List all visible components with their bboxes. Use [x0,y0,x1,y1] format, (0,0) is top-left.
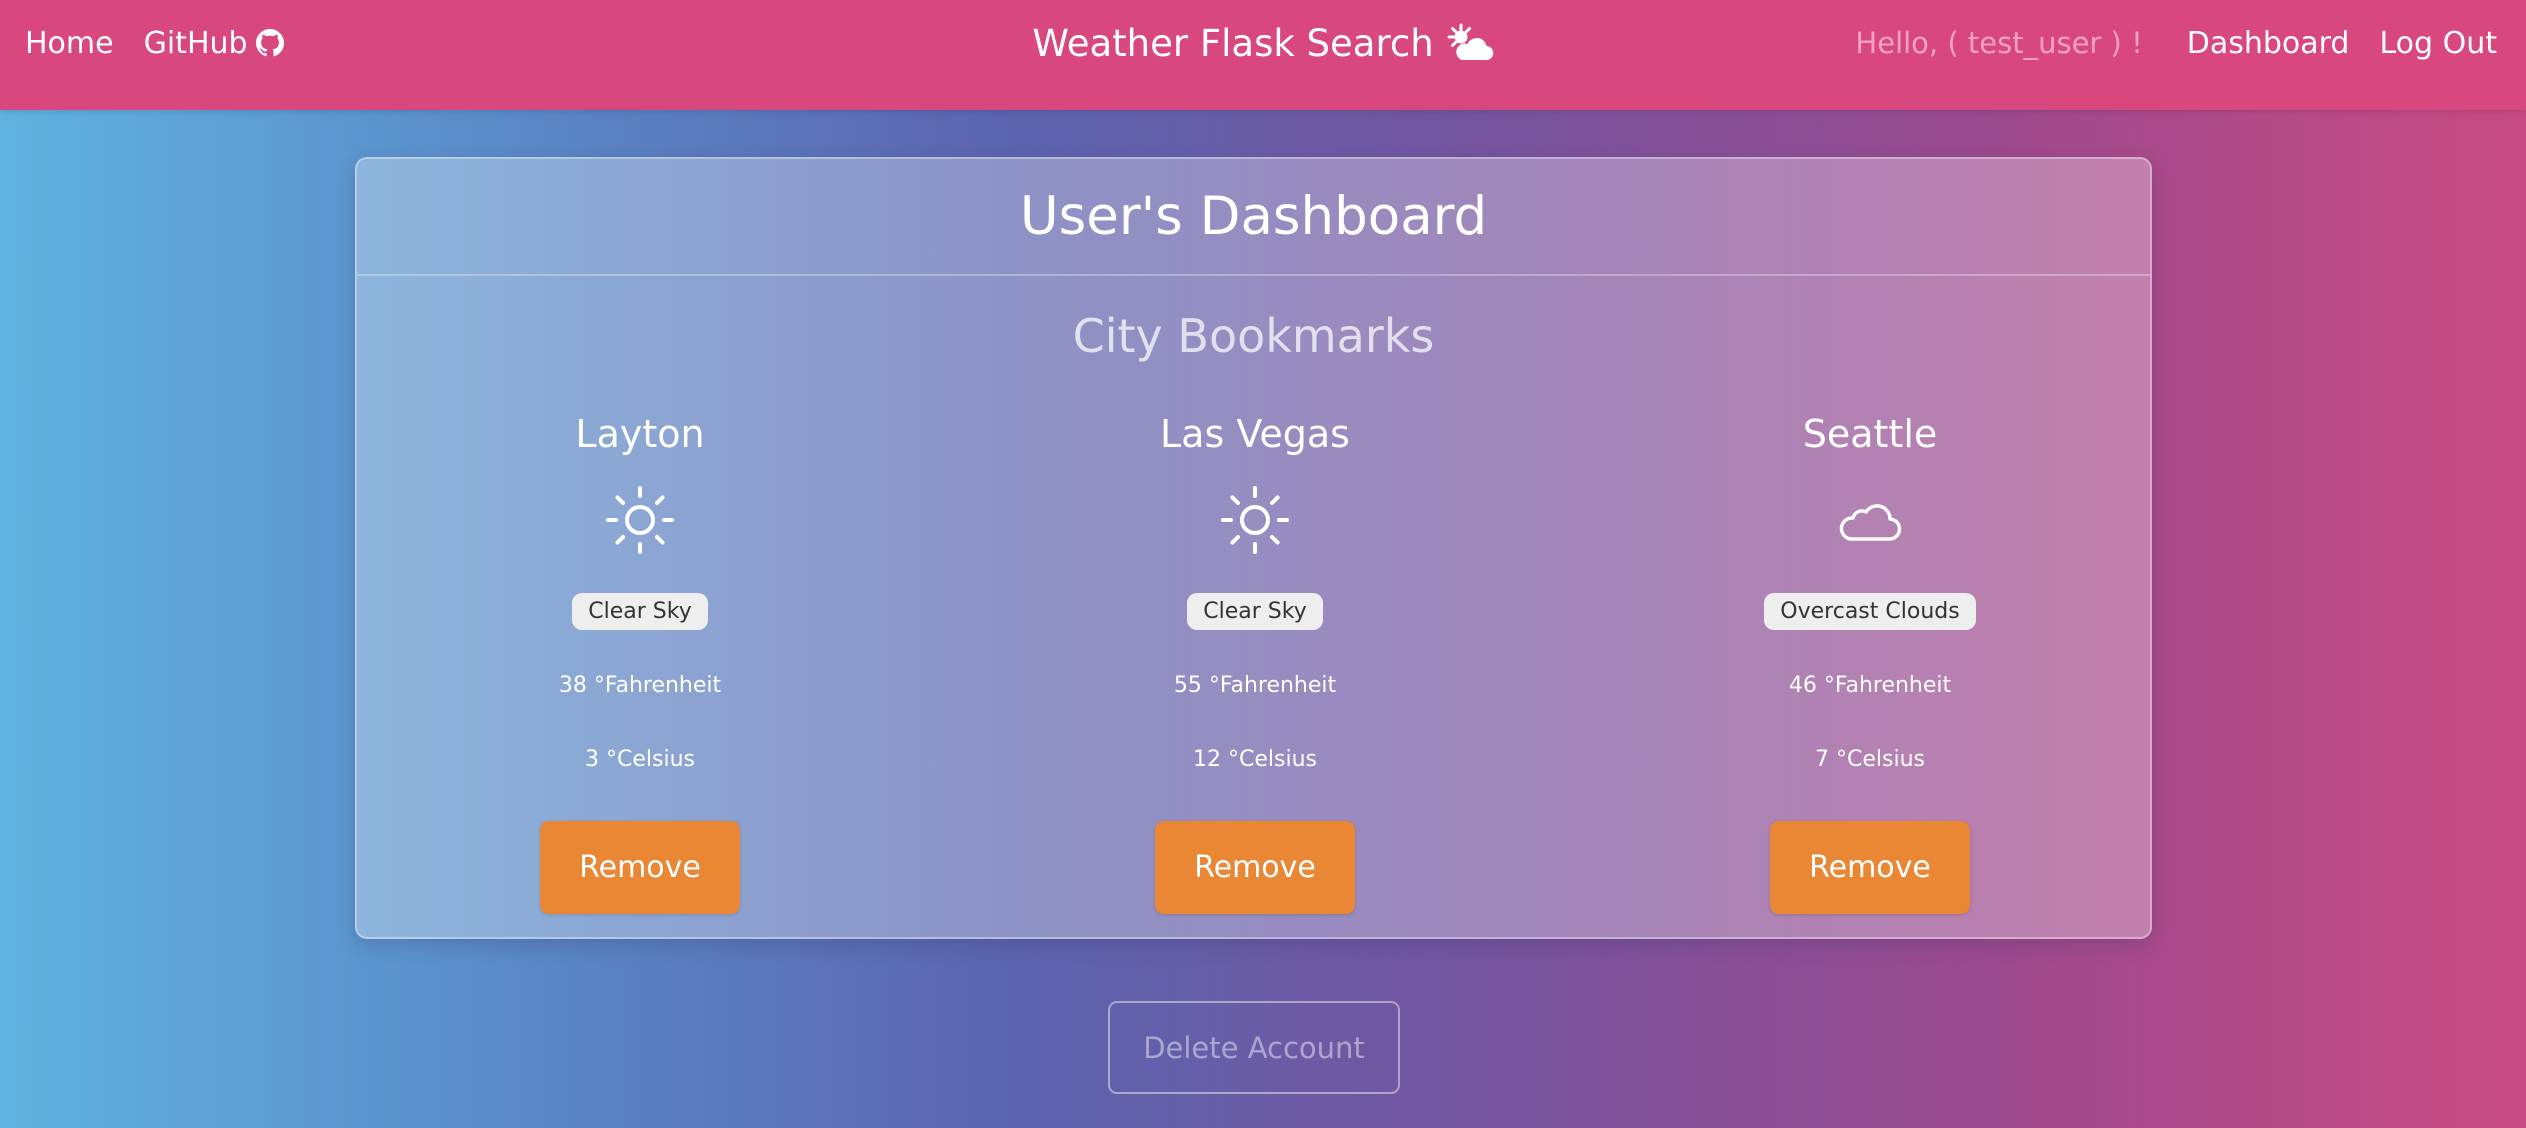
temp-celsius: 12 °Celsius [1193,747,1317,772]
city-bookmark: Las Vegas Clear Sky 55 °Fahrenheit 12 °C… [1055,409,1455,914]
sun-icon [1221,486,1289,554]
remove-button[interactable]: Remove [1155,821,1355,914]
city-name: Seattle [1802,412,1938,456]
dashboard-link-label: Dashboard [2186,25,2350,61]
delete-account-button[interactable]: Delete Account [1108,1001,1400,1094]
temp-celsius: 3 °Celsius [585,747,695,772]
card-header: User's Dashboard [357,159,2150,276]
condition-badge: Overcast Clouds [1764,593,1976,630]
sun-icon [606,486,674,554]
github-link-label: GitHub [143,25,248,61]
city-name: Layton [575,412,705,456]
github-icon [255,29,284,57]
github-link[interactable]: GitHub [144,26,284,61]
temp-celsius: 7 °Celsius [1815,747,1925,772]
cloud-icon [1839,504,1902,541]
city-name: Las Vegas [1160,412,1350,456]
page-title: User's Dashboard [1019,186,1488,247]
nav-left: Home GitHub [25,0,284,86]
nav-right: Hello, ( test_user ) ! Dashboard Log Out [1855,0,2497,86]
dashboard-card: User's Dashboard City Bookmarks Layton C… [355,157,2152,939]
sun-cloud-icon [1447,23,1493,61]
city-bookmark: Layton Clear Sky 38 °Fahrenheit 3 °Celsi… [440,409,840,914]
city-bookmark: Seattle Overcast Clouds 46 °Fahrenheit 7… [1670,409,2070,914]
remove-button[interactable]: Remove [1770,821,1970,914]
home-link[interactable]: Home [25,26,114,61]
logout-link-label: Log Out [2379,25,2497,61]
home-link-label: Home [25,25,114,61]
logout-link[interactable]: Log Out [2379,26,2497,61]
condition-badge: Clear Sky [1187,593,1323,630]
brand-title: Weather Flask Search [1032,21,1434,65]
temp-fahrenheit: 38 °Fahrenheit [558,673,722,698]
dashboard-link[interactable]: Dashboard [2187,26,2350,61]
temp-fahrenheit: 55 °Fahrenheit [1173,673,1337,698]
temp-fahrenheit: 46 °Fahrenheit [1788,673,1952,698]
user-greeting: Hello, ( test_user ) ! [1855,26,2143,60]
remove-button[interactable]: Remove [540,821,740,914]
brand-link[interactable]: Weather Flask Search [1032,22,1493,65]
navbar: Home GitHub Weather Flask Search Hello, … [0,0,2526,110]
bookmarks-heading: City Bookmarks [1072,309,1435,363]
condition-badge: Clear Sky [572,593,708,630]
